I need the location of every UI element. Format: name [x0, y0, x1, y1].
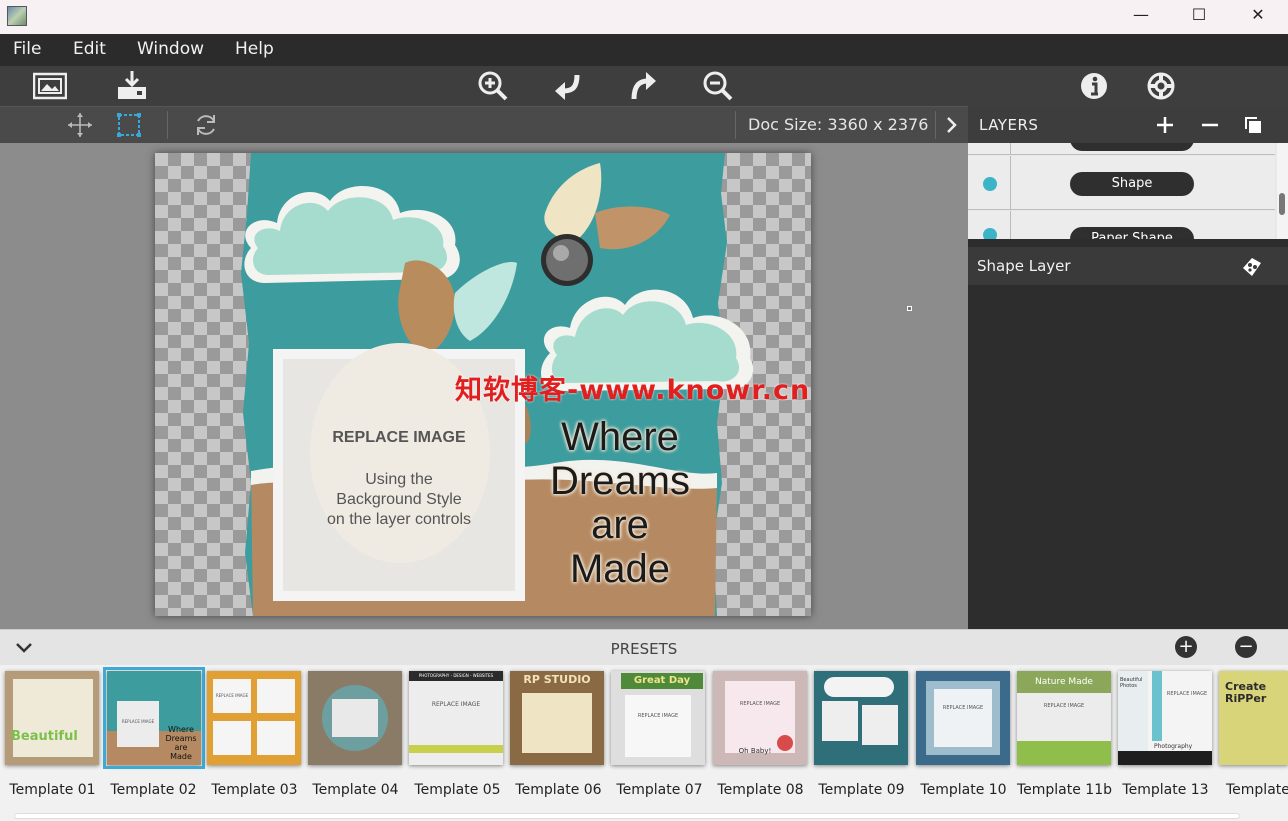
add-preset-button[interactable]: +: [1175, 636, 1197, 658]
preset-label-01[interactable]: Template 01: [2, 782, 103, 798]
selected-layer-label: Shape Layer: [977, 257, 1071, 275]
preset-thumb-14[interactable]: Create RiPPer: [1219, 671, 1288, 765]
canvas-toolbar: Doc Size: 3360 x 2376: [0, 106, 968, 143]
layer-visibility-dot[interactable]: [983, 228, 997, 239]
info-icon[interactable]: [1077, 69, 1111, 103]
presets-scrollbar[interactable]: [14, 813, 1240, 819]
toolbar-divider: [935, 111, 936, 139]
layer-row-shape[interactable]: Shape: [968, 156, 1275, 210]
remove-preset-button[interactable]: −: [1235, 636, 1257, 658]
menu-window[interactable]: Window: [137, 39, 204, 59]
preset-label-04[interactable]: Template 04: [305, 782, 406, 798]
dreams-word-3: are: [591, 503, 649, 547]
selected-layer-bar[interactable]: Shape Layer: [968, 247, 1288, 285]
close-button[interactable]: ✕: [1229, 0, 1287, 32]
toolbar-divider: [735, 111, 736, 139]
menu-file[interactable]: File: [13, 39, 41, 59]
duplicate-layer-icon[interactable]: [1244, 116, 1262, 134]
preset-label-09[interactable]: Template 09: [811, 782, 912, 798]
layers-header: LAYERS: [968, 106, 1288, 143]
preset-thumb-03[interactable]: REPLACE IMAGE: [207, 671, 301, 765]
add-layer-icon[interactable]: [1156, 116, 1174, 134]
presets-strip[interactable]: Beautiful REPLACE IMAGE Where Dreams are…: [0, 665, 1288, 821]
watermark-text: 知软博客-www.knowr.cn: [455, 375, 811, 406]
dreams-word-2: Dreams: [549, 459, 691, 503]
preset-label-06[interactable]: Template 06: [508, 782, 609, 798]
layers-list[interactable]: Shape Paper Shape: [968, 143, 1288, 239]
layer-visibility-dot[interactable]: [983, 177, 997, 191]
layer-row[interactable]: [968, 143, 1275, 155]
doc-size-label: Doc Size: 3360 x 2376: [748, 115, 929, 134]
preset-label-14[interactable]: Template: [1216, 782, 1288, 798]
preset-label-02[interactable]: Template 02: [103, 782, 204, 798]
layers-scrollbar[interactable]: [1277, 143, 1288, 239]
preset-label-03[interactable]: Template 03: [204, 782, 305, 798]
toolbar-divider: [167, 111, 168, 139]
replace-line-3: on the layer controls: [326, 511, 472, 528]
preset-thumb-07[interactable]: Great Day REPLACE IMAGE: [611, 671, 705, 765]
preset-label-10[interactable]: Template 10: [913, 782, 1014, 798]
expand-panel-chevron-icon[interactable]: [943, 115, 961, 135]
preset-label-11b[interactable]: Template 11b: [1014, 782, 1115, 798]
preset-thumb-05[interactable]: PHOTOGRAPHY - DESIGN - WEBSITES REPLACE …: [409, 671, 503, 765]
preset-label-07[interactable]: Template 07: [609, 782, 710, 798]
help-lifebuoy-icon[interactable]: [1144, 69, 1178, 103]
layer-divider: [1010, 211, 1011, 239]
title-bar: — ☐ ✕: [0, 0, 1288, 34]
menu-edit[interactable]: Edit: [73, 39, 106, 59]
app-icon: [7, 6, 27, 26]
minimize-button[interactable]: —: [1112, 0, 1170, 32]
presets-header: PRESETS + −: [0, 629, 1288, 665]
remove-layer-icon[interactable]: [1201, 116, 1219, 134]
move-tool-icon[interactable]: [67, 112, 93, 138]
redo-icon[interactable]: [626, 69, 660, 103]
maximize-button[interactable]: ☐: [1170, 0, 1228, 32]
layer-name-pill[interactable]: Paper Shape: [1070, 227, 1194, 239]
layer-row-paper-shape[interactable]: Paper Shape: [968, 211, 1275, 239]
preset-thumb-10[interactable]: REPLACE IMAGE: [916, 671, 1010, 765]
preset-label-13[interactable]: Template 13: [1115, 782, 1216, 798]
open-image-icon[interactable]: [33, 69, 67, 103]
layer-shapes-icon[interactable]: [1241, 256, 1263, 278]
presets-title: PRESETS: [610, 640, 678, 658]
dreams-word-4: Made: [569, 547, 671, 591]
dreams-word-1: Where: [561, 415, 679, 459]
resize-handle[interactable]: [907, 306, 912, 311]
layers-panel: LAYERS Shape Paper Shape Shape Layer: [968, 106, 1288, 629]
preset-thumb-02[interactable]: REPLACE IMAGE Where Dreams are Made: [103, 667, 205, 769]
preset-thumb-06[interactable]: RP STUDIO: [510, 671, 604, 765]
preset-thumb-01[interactable]: Beautiful: [5, 671, 99, 765]
replace-line-2: Background Style: [336, 491, 462, 508]
layer-divider: [1010, 156, 1011, 209]
zoom-out-icon[interactable]: [701, 69, 735, 103]
preset-label-08[interactable]: Template 08: [710, 782, 811, 798]
rotate-icon[interactable]: [193, 112, 219, 138]
menu-help[interactable]: Help: [235, 39, 274, 59]
layer-name-pill[interactable]: [1070, 143, 1194, 151]
dreams-title-text: Where Dreams are Made: [530, 415, 710, 591]
layers-scroll-thumb[interactable]: [1279, 193, 1285, 215]
zoom-in-icon[interactable]: [476, 69, 510, 103]
menu-bar: File Edit Window Help: [0, 34, 1288, 66]
layers-title: LAYERS: [979, 116, 1039, 134]
select-tool-icon[interactable]: [116, 112, 142, 138]
layer-divider: [1010, 143, 1011, 154]
preset-thumb-09[interactable]: [814, 671, 908, 765]
save-download-icon[interactable]: [115, 69, 149, 103]
preset-thumb-13[interactable]: Beautiful Photos REPLACE IMAGE Photograp…: [1118, 671, 1212, 765]
replace-image-title: REPLACE IMAGE: [332, 429, 466, 446]
preset-thumb-11b[interactable]: Nature Made REPLACE IMAGE: [1017, 671, 1111, 765]
layer-name-pill[interactable]: Shape: [1070, 172, 1194, 196]
replace-line-1: Using the: [365, 471, 433, 488]
main-toolbar: [0, 66, 1288, 106]
preset-thumb-04[interactable]: [308, 671, 402, 765]
undo-icon[interactable]: [551, 69, 585, 103]
preset-label-05[interactable]: Template 05: [407, 782, 508, 798]
preset-thumb-08[interactable]: REPLACE IMAGE Oh Baby!: [713, 671, 807, 765]
